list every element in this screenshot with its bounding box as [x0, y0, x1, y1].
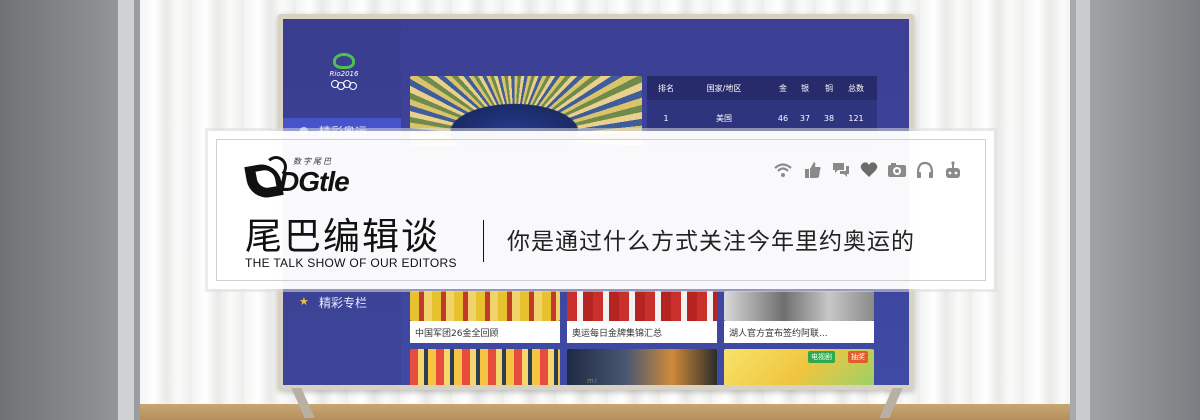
title-divider: [483, 220, 484, 262]
tv-brand-logo: mi: [587, 377, 598, 385]
topic-question: 你是通过什么方式关注今年里约奥运的: [507, 229, 915, 255]
tile-caption[interactable]: 中国军团26金全回顾: [410, 321, 560, 343]
heart-icon: [860, 162, 878, 177]
tile-volleyball[interactable]: [410, 349, 560, 385]
window-frame-left: [118, 0, 134, 420]
editor-talk-banner: 数字尾巴 DGtle 尾巴编辑谈 THE TALK SHOW OF OUR ED…: [208, 131, 994, 289]
tile-photo-medals[interactable]: [567, 291, 717, 321]
sidebar-item-columns[interactable]: ★ 精彩专栏: [283, 289, 401, 315]
medal-table-header: 排名 国家/地区 金 银 铜 总数: [647, 76, 877, 100]
tile-caption[interactable]: 湖人官方宣布签约阿联...: [724, 321, 874, 343]
headphones-icon: [916, 161, 934, 178]
star-icon: ★: [299, 295, 309, 308]
window-frame-right: [1076, 0, 1090, 420]
rio-olympic-logo: Rio2016: [327, 53, 361, 91]
lottery-tag: 抽奖: [848, 351, 868, 363]
thumbs-up-icon: [805, 162, 821, 178]
social-icons: [773, 160, 973, 182]
tile-photo-team[interactable]: [410, 291, 560, 321]
chat-icon: [833, 163, 849, 177]
table-row: 1 美国 46 37 38 121: [663, 113, 864, 123]
camera-icon: [888, 163, 906, 177]
show-subtitle: THE TALK SHOW OF OUR EDITORS: [245, 256, 457, 270]
banner-frame: 数字尾巴 DGtle 尾巴编辑谈 THE TALK SHOW OF OUR ED…: [216, 139, 986, 281]
tile-caption[interactable]: 奥运每日金牌集锦汇总: [567, 321, 717, 343]
tile-drama[interactable]: 电视剧 抽奖: [724, 349, 874, 385]
show-title: 尾巴编辑谈: [245, 215, 440, 258]
robot-icon: [946, 161, 960, 178]
table-top: [140, 404, 1070, 420]
drama-tag: 电视剧: [808, 351, 835, 363]
brand-name: DGtle: [279, 166, 350, 197]
tile-photo-basketball[interactable]: [724, 291, 874, 321]
wifi-icon: [774, 163, 792, 177]
